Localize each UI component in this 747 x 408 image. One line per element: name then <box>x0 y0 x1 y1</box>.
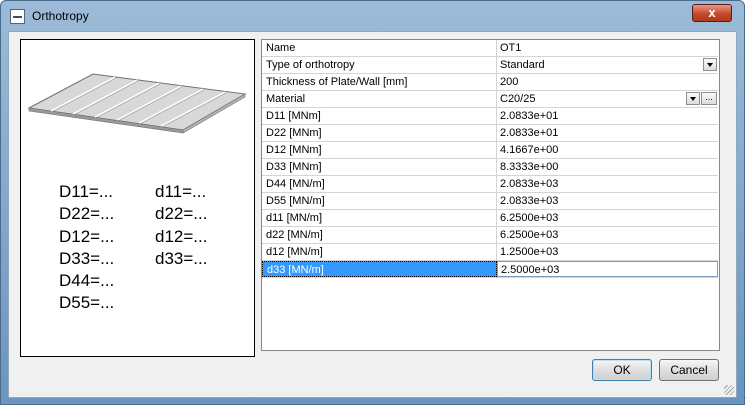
orthotropy-preview-panel: D11=... d11=... D22=... d22=... D12=... … <box>20 39 255 357</box>
property-label: d22 [MN/m] <box>262 227 497 243</box>
property-row-d11[interactable]: d11 [MN/m] 6.2500e+03 <box>262 210 718 227</box>
name-value[interactable]: OT1 <box>497 40 718 56</box>
d22-value[interactable]: 6.2500e+03 <box>497 227 718 243</box>
D44-value[interactable]: 2.0833e+03 <box>497 176 718 192</box>
D11-value[interactable]: 2.0833e+01 <box>497 108 718 124</box>
property-label-selected: d33 [MN/m] <box>262 261 497 277</box>
type-value: Standard <box>500 59 545 71</box>
type-of-orthotropy-select[interactable]: Standard <box>497 57 718 73</box>
material-select[interactable]: C20/25 ... <box>497 91 718 107</box>
property-label: D55 [MN/m] <box>262 193 497 209</box>
property-label: d12 [MN/m] <box>262 244 497 260</box>
D55-value[interactable]: 2.0833e+03 <box>497 193 718 209</box>
property-label: d11 [MN/m] <box>262 210 497 226</box>
window-icon <box>10 9 25 24</box>
property-row-D55[interactable]: D55 [MN/m] 2.0833e+03 <box>262 193 718 210</box>
label-row: D44=... <box>59 270 239 292</box>
property-row-d33[interactable]: d33 [MN/m] 2.5000e+03 <box>262 261 718 278</box>
close-button[interactable]: x <box>692 4 732 22</box>
d12-value[interactable]: 1.2500e+03 <box>497 244 718 260</box>
D22-value[interactable]: 2.0833e+01 <box>497 125 718 141</box>
property-label: Thickness of Plate/Wall [mm] <box>262 74 497 90</box>
material-value: C20/25 <box>500 93 536 105</box>
property-row-type[interactable]: Type of orthotropy Standard <box>262 57 718 74</box>
label-row: D33=... d33=... <box>59 248 239 270</box>
property-label: D33 [MNm] <box>262 159 497 175</box>
property-row-D11[interactable]: D11 [MNm] 2.0833e+01 <box>262 108 718 125</box>
property-row-D33[interactable]: D33 [MNm] 8.3333e+00 <box>262 159 718 176</box>
label-row: D11=... d11=... <box>59 181 239 203</box>
label-D11: D11=... <box>59 182 114 201</box>
label-d33: d33=... <box>155 248 208 268</box>
property-label: D12 [MNm] <box>262 142 497 158</box>
property-row-thickness[interactable]: Thickness of Plate/Wall [mm] 200 <box>262 74 718 91</box>
property-row-material[interactable]: Material C20/25 ... <box>262 91 718 108</box>
title-bar[interactable]: Orthotropy x <box>1 1 744 31</box>
label-row: D55=... <box>59 292 239 314</box>
d11-value[interactable]: 6.2500e+03 <box>497 210 718 226</box>
property-row-D44[interactable]: D44 [MN/m] 2.0833e+03 <box>262 176 718 193</box>
property-label: D22 [MNm] <box>262 125 497 141</box>
ok-button[interactable]: OK <box>592 359 652 381</box>
dialog-client-area: D11=... d11=... D22=... d22=... D12=... … <box>8 31 737 398</box>
property-row-D22[interactable]: D22 [MNm] 2.0833e+01 <box>262 125 718 142</box>
property-row-D12[interactable]: D12 [MNm] 4.1667e+00 <box>262 142 718 159</box>
label-D44: D44=... <box>59 271 115 291</box>
property-row-name[interactable]: Name OT1 <box>262 40 718 57</box>
resize-grip-icon[interactable] <box>724 385 734 395</box>
label-D55: D55=... <box>59 293 115 313</box>
property-label: D11 [MNm] <box>262 108 497 124</box>
label-d11: d11=... <box>155 182 207 201</box>
chevron-down-icon[interactable] <box>686 92 700 105</box>
property-label: D44 [MN/m] <box>262 176 497 192</box>
D33-value[interactable]: 8.3333e+00 <box>497 159 718 175</box>
label-D22: D22=... <box>59 204 115 224</box>
property-label: Material <box>262 91 497 107</box>
d33-value[interactable]: 2.5000e+03 <box>497 261 718 277</box>
orthotropy-dialog: Orthotropy x D11=... d11=... D22=... d22… <box>0 0 745 405</box>
label-d12: d12=... <box>155 226 208 246</box>
label-d22: d22=... <box>155 204 208 224</box>
property-row-d12[interactable]: d12 [MN/m] 1.2500e+03 <box>262 244 718 261</box>
stiffness-labels: D11=... d11=... D22=... d22=... D12=... … <box>59 181 239 315</box>
plate-illustration-icon <box>27 73 247 134</box>
label-D12: D12=... <box>59 226 115 246</box>
property-grid: Name OT1 Type of orthotropy Standard Thi… <box>261 39 720 351</box>
D12-value[interactable]: 4.1667e+00 <box>497 142 718 158</box>
cancel-button[interactable]: Cancel <box>659 359 719 381</box>
property-label: Type of orthotropy <box>262 57 497 73</box>
material-browse-button[interactable]: ... <box>701 92 717 105</box>
label-D33: D33=... <box>59 248 115 268</box>
property-label: Name <box>262 40 497 56</box>
property-row-d22[interactable]: d22 [MN/m] 6.2500e+03 <box>262 227 718 244</box>
label-row: D12=... d12=... <box>59 226 239 248</box>
window-title: Orthotropy <box>32 9 89 23</box>
thickness-value[interactable]: 200 <box>497 74 718 90</box>
label-row: D22=... d22=... <box>59 203 239 225</box>
chevron-down-icon[interactable] <box>703 58 717 71</box>
